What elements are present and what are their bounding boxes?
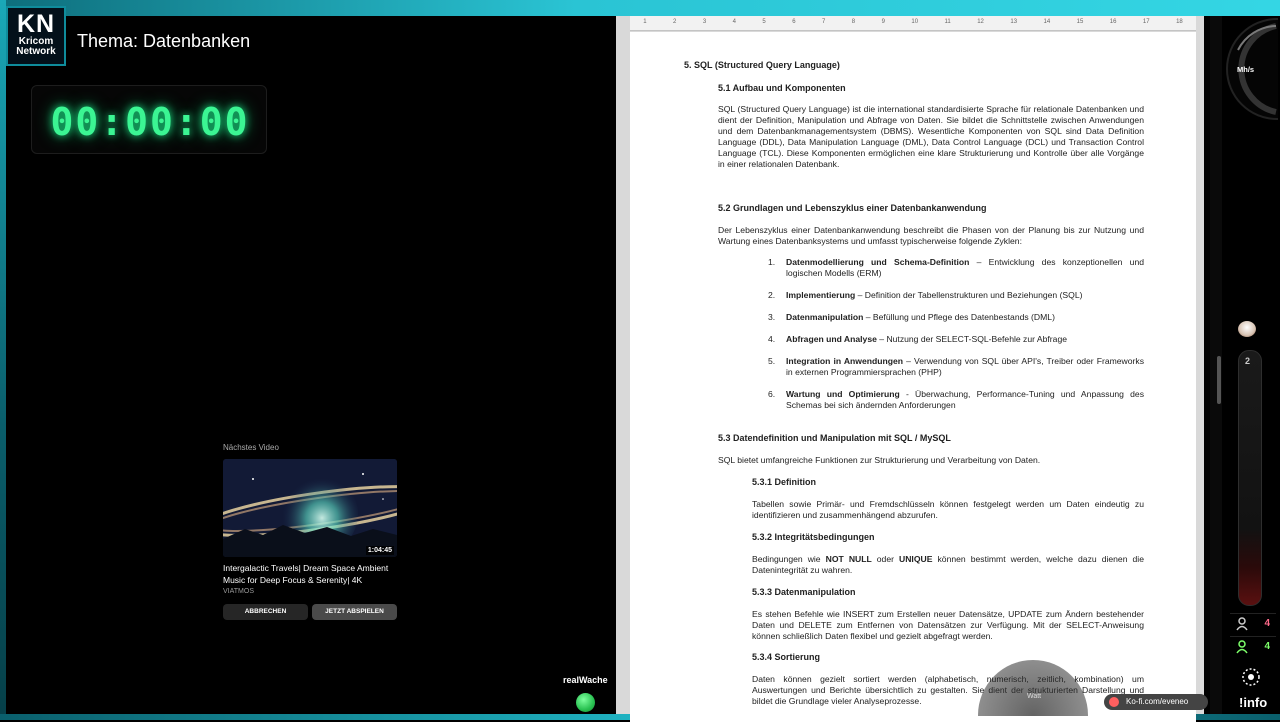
watt-label: Watt	[1027, 693, 1042, 700]
list-item: 4. Abfragen und Analyse – Nutzung der SE…	[768, 334, 1144, 345]
keyword-unique: UNIQUE	[899, 554, 933, 564]
list-item: 5. Integration in Anwendungen – Verwendu…	[768, 356, 1144, 378]
ruler-number: 6	[792, 19, 796, 25]
ruler-number: 13	[1010, 19, 1018, 25]
ruler-number: 11	[944, 19, 951, 25]
ruler-number: 5	[762, 19, 766, 25]
list-item: 6. Wartung und Optimierung - Überwachung…	[768, 389, 1144, 411]
kn-logo: KN Kricom Network	[6, 6, 66, 66]
list-term: Abfragen und Analyse	[786, 334, 877, 344]
progress-tube	[1238, 350, 1262, 606]
list-number: 5.	[768, 356, 776, 366]
realwache-label: realWache	[563, 675, 608, 685]
ruler-number: 15	[1076, 19, 1084, 25]
follower-count: 4	[1264, 641, 1270, 652]
ruler-number: 14	[1043, 19, 1051, 25]
paragraph-5-2: Der Lebenszyklus einer Datenbankanwendun…	[718, 225, 1144, 246]
list-number: 3.	[768, 312, 776, 322]
list-number: 1.	[768, 257, 776, 267]
text-run: Bedingungen wie	[752, 554, 826, 564]
logo-main: KN	[16, 10, 56, 38]
list-term: Integration in Anwendungen	[786, 356, 904, 366]
list-number: 6.	[768, 389, 776, 399]
list-item: 3. Datenmanipulation – Befüllung und Pfl…	[768, 312, 1144, 323]
list-desc: – Befüllung und Pflege des Datenbestands…	[863, 312, 1055, 322]
list-term: Datenmanipulation	[786, 312, 864, 322]
viewer-stat-2: 4	[1230, 636, 1276, 657]
viewer-count: 4	[1264, 618, 1270, 629]
ruler-number: 4	[732, 19, 736, 25]
status-dot-icon	[576, 693, 595, 712]
paragraph-5-3: SQL bietet umfangreiche Funktionen zur S…	[718, 455, 1041, 465]
thumbnail-image	[223, 459, 397, 557]
document-page[interactable]: 5. SQL (Structured Query Language) 5.1 A…	[630, 32, 1196, 722]
list-item: 1. Datenmodellierung und Schema-Definiti…	[768, 257, 1144, 279]
user-icon	[1236, 640, 1248, 654]
list-desc: – Definition der Tabellenstrukturen und …	[855, 290, 1083, 300]
list-term: Wartung und Optimierung	[786, 389, 900, 399]
heading-5-3-3: 5.3.3 Datenmanipulation	[752, 587, 856, 597]
ruler-number: 3	[702, 19, 707, 25]
ruler-number: 1	[643, 19, 647, 25]
ruler-number: 18	[1176, 19, 1183, 25]
next-video-title[interactable]: Intergalactic Travels| Dream Space Ambie…	[223, 563, 401, 586]
text-run: oder	[871, 554, 900, 564]
left-frame	[0, 0, 6, 720]
next-video-channel[interactable]: VIATMOS	[223, 588, 254, 595]
paragraph-5-3-1: Tabellen sowie Primär- und Fremdschlüsse…	[752, 499, 1144, 520]
list-number: 2.	[768, 290, 776, 300]
heading-5-3-2: 5.3.2 Integritätsbedingungen	[752, 532, 875, 542]
ruler-number: 2	[673, 19, 677, 25]
ruler-number: 10	[911, 19, 919, 25]
gauge-label: Mh/s	[1237, 65, 1255, 74]
list-term: Implementierung	[786, 290, 856, 300]
paragraph-5-3-3: Es stehen Befehle wie INSERT zum Erstell…	[752, 609, 1144, 641]
topic-title: Thema: Datenbanken	[77, 31, 251, 51]
next-video-thumbnail[interactable]: 1:04:45	[223, 459, 397, 557]
kofi-link[interactable]: Ko-fi.com/eveneo	[1104, 694, 1208, 710]
info-badge-icon	[1242, 668, 1260, 686]
ruler-number: 16	[1109, 19, 1117, 25]
ruler-number: 9	[881, 19, 885, 25]
kofi-cup-icon	[1109, 697, 1119, 707]
user-icon	[1236, 617, 1248, 631]
heading-5-3-4: 5.3.4 Sortierung	[752, 652, 821, 662]
viewer-stat-1: 4	[1230, 613, 1276, 634]
play-now-button[interactable]: JETZT ABSPIELEN	[312, 604, 397, 620]
top-frame	[0, 0, 1280, 16]
paragraph-5-1: SQL (Structured Query Language) ist die …	[718, 104, 1144, 169]
document-panel: 1 2 3 4 5 6 7 8 9 10 11 12 13 14 15 16 17 18 5. SQL (Stru…	[616, 16, 1204, 722]
heading-5-3-1: 5.3.1 Definition	[752, 477, 817, 487]
list-term: Datenmodellierung und Schema-Definition	[786, 257, 970, 267]
timer-box: 00:00:00	[31, 85, 267, 154]
heading-5-1: 5.1 Aufbau und Komponenten	[718, 83, 846, 93]
coffee-mug-icon	[1238, 321, 1256, 337]
heading-5-3: 5.3 Datendefinition und Manipulation mit…	[718, 433, 951, 443]
ruler-numbers: 1 2 3 4 5 6 7 8 9 10 11 12 13 14 15 16 17 18	[630, 19, 1196, 27]
heading-5: 5. SQL (Structured Query Language)	[684, 60, 840, 70]
ruler[interactable]: 1 2 3 4 5 6 7 8 9 10 11 12 13 14 15 16 17 18	[630, 16, 1196, 31]
next-video-label: Nächstes Video	[223, 443, 279, 452]
ruler-number: 8	[851, 19, 856, 25]
timer-display: 00:00:00	[50, 100, 250, 144]
ruler-number: 17	[1142, 19, 1150, 25]
heading-5-2: 5.2 Grundlagen und Lebenszyklus einer Da…	[718, 203, 987, 213]
scrollbar-thumb[interactable]	[1217, 356, 1221, 404]
tube-value: 2	[1245, 356, 1251, 366]
list-number: 4.	[768, 334, 776, 344]
ruler-number: 7	[822, 19, 826, 25]
video-duration: 1:04:45	[365, 546, 394, 555]
logo-sub-2: Network	[16, 46, 56, 57]
paragraph-5-3-2: Bedingungen wie NOT NULL oder UNIQUE kön…	[752, 554, 1144, 576]
cancel-button[interactable]: ABBRECHEN	[223, 604, 308, 620]
keyword-not-null: NOT NULL	[825, 554, 872, 564]
list-desc: – Nutzung der SELECT-SQL-Befehle zur Abf…	[876, 334, 1068, 344]
info-command: !info	[1239, 695, 1268, 710]
ruler-number: 12	[977, 19, 984, 25]
list-item: 2. Implementierung – Definition der Tabe…	[768, 290, 1144, 301]
kofi-url[interactable]: Ko-fi.com/eveneo	[1126, 694, 1188, 710]
